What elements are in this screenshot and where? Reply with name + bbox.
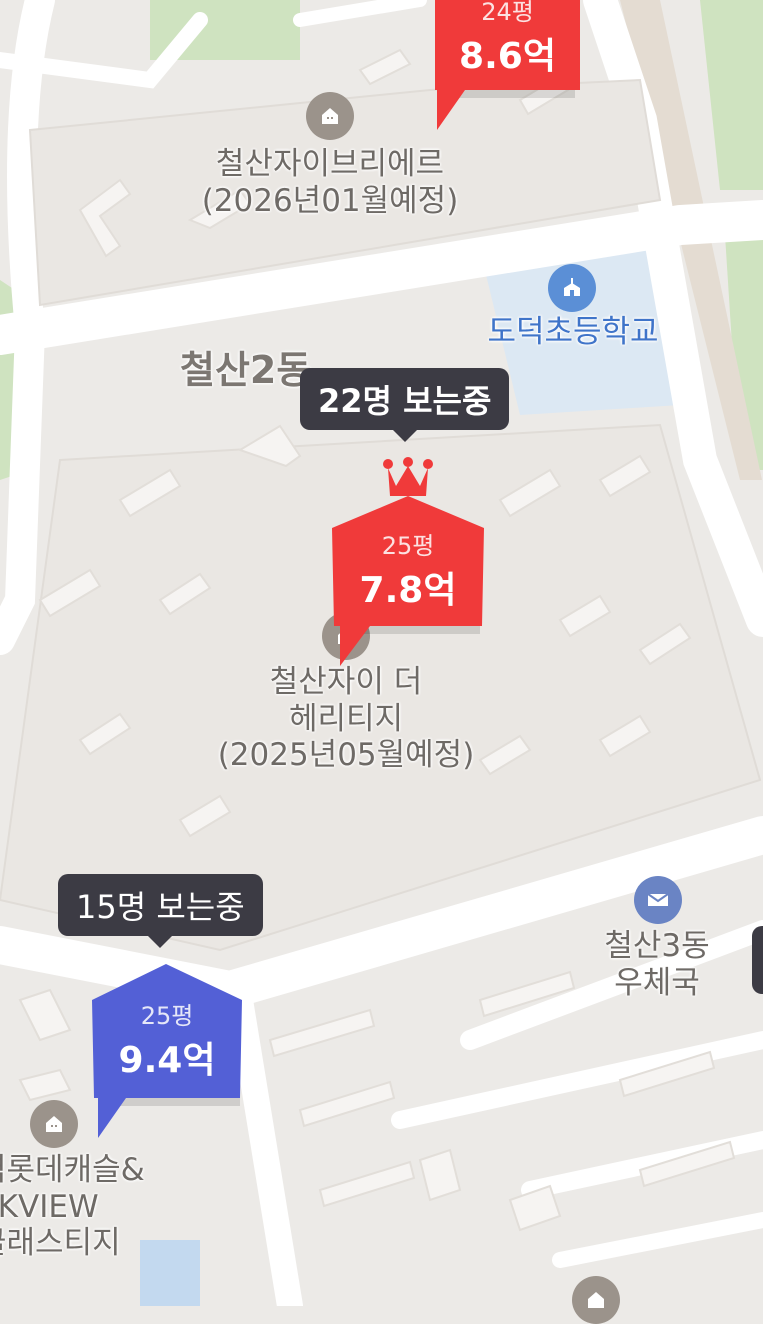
poi-label-cheolsan3dong-post-office[interactable]: 철산3동 우체국 <box>582 928 732 1001</box>
apartment-icon[interactable] <box>30 1100 78 1148</box>
marker-pyeong: 24평 <box>481 0 534 26</box>
school-icon[interactable] <box>548 264 596 312</box>
poi-label-lotte-castle-skview[interactable]: 역롯데캐슬& SKVIEW 클래스티지 <box>0 1152 198 1262</box>
poi-label-cheolsan-xi-briere[interactable]: 철산자이브리에르 (2026년01월예정) <box>180 146 480 219</box>
viewers-tooltip: 22명 보는중 <box>300 368 510 442</box>
crown-icon <box>383 457 433 496</box>
apartment-icon[interactable] <box>572 1276 620 1324</box>
marker-pyeong: 25평 <box>140 1002 194 1030</box>
poi-label-line: 역롯데캐슬& <box>0 1152 145 1188</box>
price-marker[interactable]: 25평 9.4억 <box>90 962 250 1142</box>
poi-label-line: 철산3동 <box>604 928 710 964</box>
poi-label-line: 우체국 <box>614 964 700 1001</box>
marker-price: 9.4억 <box>118 1040 216 1081</box>
poi-label-cheolsan-xi-the-heritage[interactable]: 철산자이 더 헤리티지 (2025년05월예정) <box>196 664 496 774</box>
price-marker-featured[interactable]: 25평 7.8억 <box>330 456 490 666</box>
poi-label-line: 헤리티지 <box>288 700 404 737</box>
poi-label-line: 철산자이 더 <box>269 664 423 700</box>
poi-label-line: (2025년05월예정) <box>217 737 475 774</box>
price-marker[interactable]: 24평 8.6억 <box>425 0 595 140</box>
poi-label-dodeok-elementary[interactable]: 도덕초등학교 <box>468 314 678 351</box>
marker-price: 8.6억 <box>459 36 556 77</box>
poi-label-line: SKVIEW <box>0 1188 99 1225</box>
poi-label-line: (2026년01월예정) <box>201 182 459 219</box>
apartment-icon[interactable] <box>306 92 354 140</box>
partial-marker[interactable] <box>752 926 763 994</box>
marker-price: 7.8억 <box>359 570 457 611</box>
viewers-tooltip: 15명 보는중 <box>58 874 263 948</box>
poi-label-line: 도덕초등학교 <box>487 314 659 350</box>
marker-pyeong: 25평 <box>381 532 435 560</box>
post-office-icon[interactable] <box>634 876 682 924</box>
poi-label-line: 클래스티지 <box>0 1225 121 1262</box>
poi-label-line: 철산자이브리에르 <box>215 146 445 182</box>
area-label-cheolsan2dong: 철산2동 <box>180 348 312 392</box>
